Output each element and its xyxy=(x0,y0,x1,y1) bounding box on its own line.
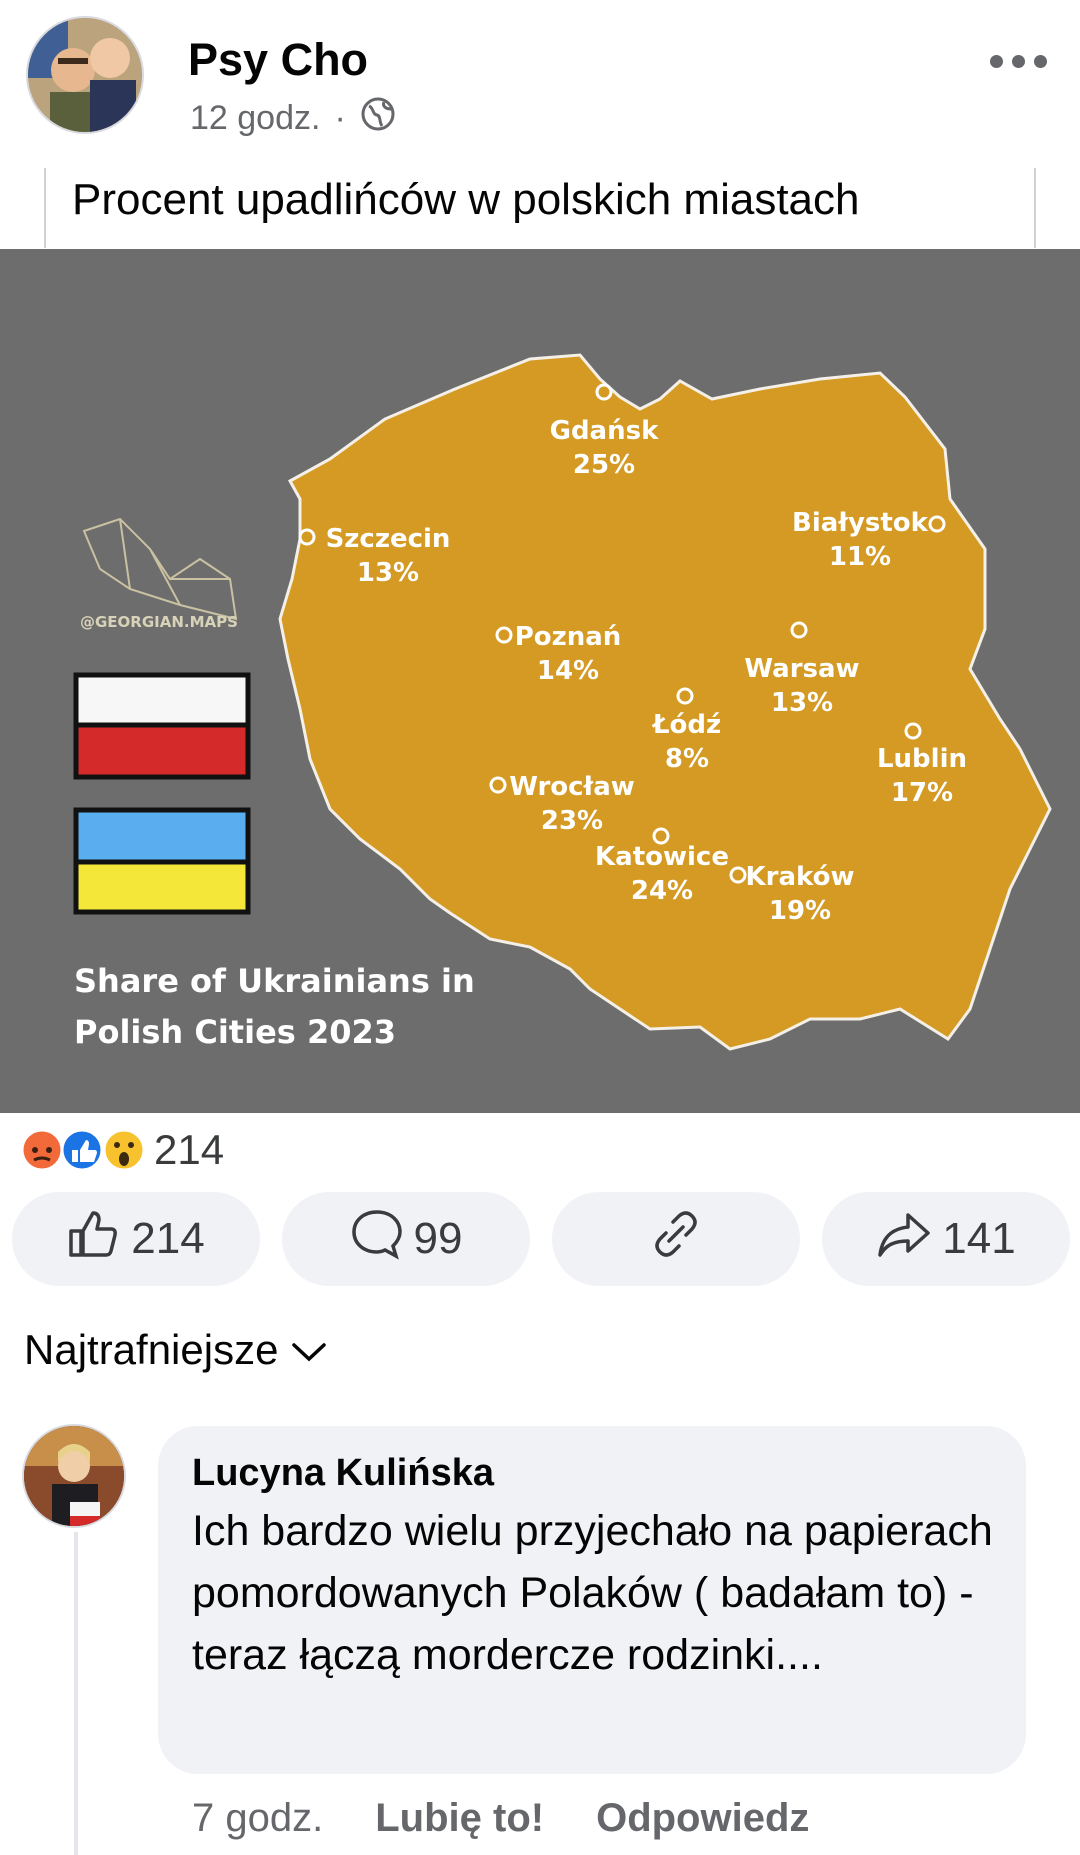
city-value-warsaw: 13% xyxy=(771,688,833,718)
post-image[interactable]: Gdańsk 25% Szczecin 13% Białystok 11% Po… xyxy=(0,249,1080,1113)
post-caption: Procent upadlińców w polskich miastach xyxy=(72,175,860,224)
city-label-szczecin: Szczecin xyxy=(326,524,451,554)
comment-actions: 7 godz. Lubię to! Odpowiedz xyxy=(192,1796,809,1841)
post-author-name[interactable]: Psy Cho xyxy=(188,34,368,86)
comment-thread-line xyxy=(74,1532,78,1855)
city-value-katowice: 24% xyxy=(631,876,693,906)
city-label-krakow: Kraków xyxy=(746,862,855,892)
city-label-poznan: Poznań xyxy=(515,622,622,652)
poland-map xyxy=(278,353,1052,1051)
image-title-line1: Share of Ukrainians in xyxy=(74,962,475,1000)
like-icon xyxy=(60,1128,104,1172)
copy-link-button[interactable] xyxy=(552,1192,800,1286)
comment-reply-button[interactable]: Odpowiedz xyxy=(596,1796,809,1841)
city-label-katowice: Katowice xyxy=(595,842,729,872)
poland-flag-bottom xyxy=(73,722,251,780)
more-options-icon[interactable] xyxy=(990,50,1050,72)
share-button[interactable]: 141 xyxy=(822,1192,1070,1286)
link-icon xyxy=(649,1208,703,1271)
commenter-name[interactable]: Lucyna Kulińska xyxy=(192,1452,494,1495)
city-label-gdansk: Gdańsk xyxy=(550,416,659,446)
ukraine-flag-bottom xyxy=(73,859,251,915)
thumbs-up-icon xyxy=(67,1209,121,1270)
city-label-wroclaw: Wrocław xyxy=(509,772,635,802)
city-label-warsaw: Warsaw xyxy=(744,654,859,684)
watermark-text: @GEORGIAN.MAPS xyxy=(80,613,238,631)
reaction-icons[interactable] xyxy=(20,1128,152,1172)
city-value-lublin: 17% xyxy=(891,778,953,808)
post-time[interactable]: 12 godz. xyxy=(190,99,320,138)
commenter-avatar[interactable] xyxy=(22,1424,126,1528)
globe-icon xyxy=(360,96,396,141)
ukraine-flag-top xyxy=(73,807,251,865)
image-title-line2: Polish Cities 2023 xyxy=(74,1013,396,1051)
sort-label: Najtrafniejsze xyxy=(24,1326,279,1373)
author-avatar[interactable] xyxy=(26,16,144,134)
city-label-lublin: Lublin xyxy=(877,744,967,774)
like-count: 214 xyxy=(131,1214,205,1263)
meta-separator: · xyxy=(334,99,346,137)
city-label-lodz: Łódź xyxy=(651,710,721,740)
share-count: 141 xyxy=(942,1214,1016,1263)
poland-flag-top xyxy=(73,672,251,728)
like-button[interactable]: 214 xyxy=(12,1192,260,1286)
wow-icon xyxy=(102,1128,146,1172)
chevron-down-icon xyxy=(290,1326,328,1374)
comments-sort-dropdown[interactable]: Najtrafniejsze xyxy=(24,1326,328,1374)
city-value-lodz: 8% xyxy=(665,744,709,774)
city-value-gdansk: 25% xyxy=(573,450,635,480)
comment-count: 99 xyxy=(413,1214,463,1263)
city-label-bialystok: Białystok xyxy=(792,508,929,538)
comment-text: Ich bardzo wielu przyjechało na papierac… xyxy=(192,1507,993,1679)
comment-time[interactable]: 7 godz. xyxy=(192,1796,323,1841)
city-value-bialystok: 11% xyxy=(829,542,891,572)
reaction-count[interactable]: 214 xyxy=(154,1126,224,1174)
watermark-logo xyxy=(82,517,238,621)
angry-icon xyxy=(20,1128,64,1172)
city-value-poznan: 14% xyxy=(537,656,599,686)
city-value-krakow: 19% xyxy=(769,896,831,926)
comment-button[interactable]: 99 xyxy=(282,1192,530,1286)
city-value-szczecin: 13% xyxy=(357,558,419,588)
share-arrow-icon xyxy=(876,1209,932,1270)
city-value-wroclaw: 23% xyxy=(541,806,603,836)
post-meta: 12 godz. · xyxy=(190,96,396,141)
comment-like-button[interactable]: Lubię to! xyxy=(375,1796,544,1841)
comment-icon xyxy=(350,1208,404,1271)
